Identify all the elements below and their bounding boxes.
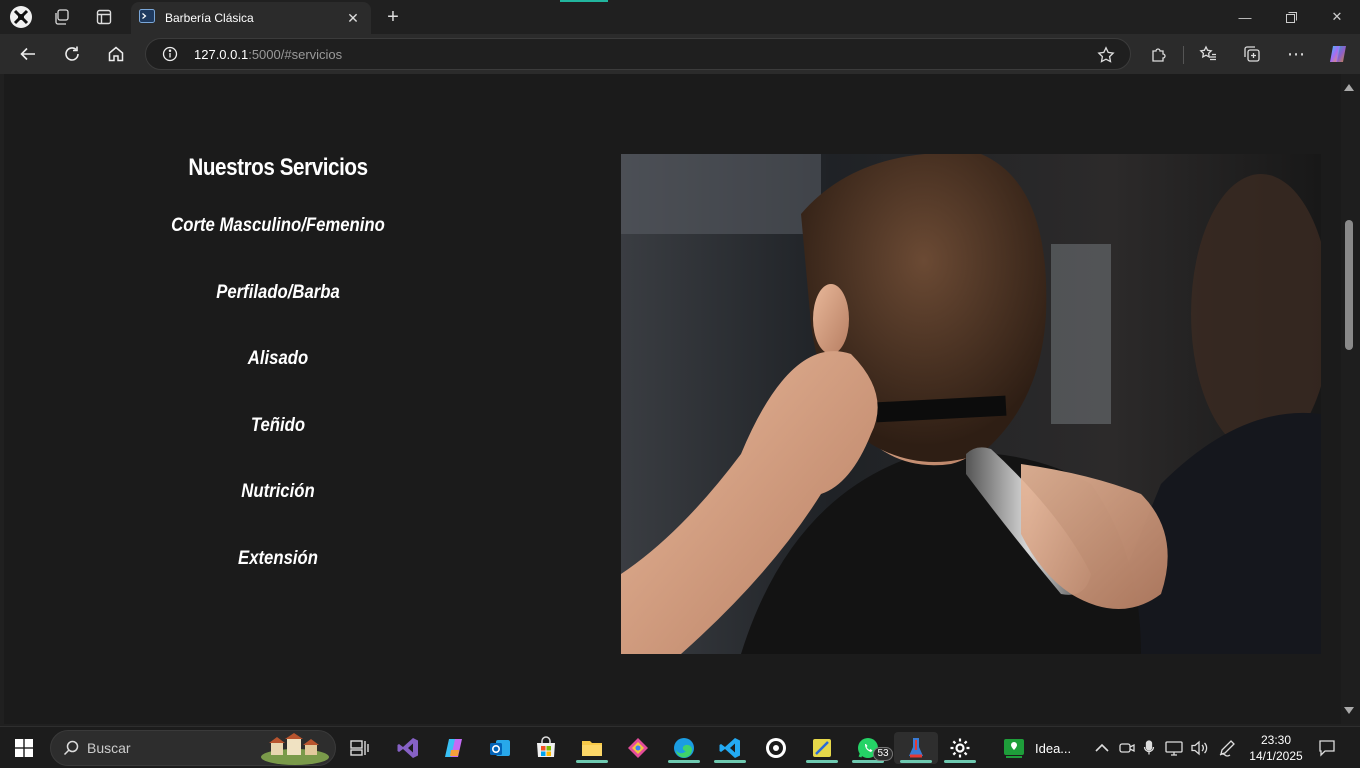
close-tab-icon[interactable]: ✕ bbox=[341, 6, 365, 30]
edge-browser-icon[interactable] bbox=[666, 732, 702, 764]
refresh-button[interactable] bbox=[56, 38, 88, 70]
browser-tab-active[interactable]: Barbería Clásica ✕ bbox=[131, 2, 371, 34]
services-heading: Nuestros Servicios bbox=[188, 154, 368, 181]
active-indicator bbox=[576, 760, 608, 763]
restore-button[interactable] bbox=[1268, 0, 1314, 34]
web-page-content: Nuestros Servicios Corte Masculino/Femen… bbox=[4, 74, 1341, 724]
system-clock[interactable]: 23:30 14/1/2025 bbox=[1247, 732, 1305, 764]
scroll-up-arrow-icon[interactable] bbox=[1344, 84, 1354, 91]
site-info-icon[interactable] bbox=[160, 44, 180, 64]
scroll-down-arrow-icon[interactable] bbox=[1344, 707, 1354, 714]
page-scrollbar[interactable] bbox=[1341, 74, 1360, 724]
active-indicator bbox=[806, 760, 838, 763]
copilot-icon[interactable] bbox=[1322, 38, 1354, 70]
service-item: Teñido bbox=[250, 414, 306, 436]
services-section: Nuestros Servicios Corte Masculino/Femen… bbox=[122, 154, 434, 616]
chevron-up-icon[interactable] bbox=[1090, 732, 1114, 764]
active-indicator bbox=[900, 760, 932, 763]
file-explorer-icon[interactable] bbox=[574, 732, 610, 764]
url-text: 127.0.0.1:5000/#servicios bbox=[194, 46, 343, 62]
terminal-favicon-icon bbox=[139, 8, 155, 29]
workspaces-icon[interactable] bbox=[50, 5, 74, 29]
service-item: Perfilado/Barba bbox=[216, 281, 340, 303]
collections-icon[interactable] bbox=[1236, 38, 1268, 70]
close-window-button[interactable]: ✕ bbox=[1314, 0, 1360, 34]
minimize-button[interactable]: — bbox=[1222, 0, 1268, 34]
home-button[interactable] bbox=[100, 38, 132, 70]
tab-title: Barbería Clásica bbox=[165, 11, 254, 25]
camera-icon[interactable] bbox=[1116, 732, 1138, 764]
notes-app-icon[interactable] bbox=[804, 732, 840, 764]
windows-taskbar: Buscar 53 Idea... 23:30 14/1/2025 bbox=[0, 726, 1360, 768]
service-item: Corte Masculino/Femenino bbox=[171, 215, 385, 236]
service-item: Alisado bbox=[247, 348, 309, 370]
scrollbar-thumb[interactable] bbox=[1345, 220, 1353, 350]
profile-avatar-icon[interactable] bbox=[9, 5, 33, 29]
outlook-icon[interactable] bbox=[482, 732, 518, 764]
running-app-label[interactable]: Idea... bbox=[1035, 741, 1071, 756]
browser-toolbar: 127.0.0.1:5000/#servicios ⋯ bbox=[0, 34, 1360, 74]
copilot-app-icon[interactable] bbox=[436, 732, 472, 764]
search-placeholder: Buscar bbox=[87, 740, 131, 756]
browser-title-bar: Barbería Clásica ✕ + — ✕ bbox=[0, 0, 1360, 34]
taskbar-search-box[interactable]: Buscar bbox=[50, 730, 336, 766]
tab-accent-line bbox=[560, 0, 608, 2]
back-button[interactable] bbox=[12, 38, 44, 70]
volume-icon[interactable] bbox=[1187, 732, 1211, 764]
favorite-star-icon[interactable] bbox=[1096, 45, 1116, 65]
service-item: Extensión bbox=[238, 547, 318, 569]
search-highlight-icon bbox=[259, 733, 331, 765]
tab-actions-icon[interactable] bbox=[92, 5, 116, 29]
network-icon[interactable] bbox=[1162, 732, 1186, 764]
git-app-icon[interactable] bbox=[620, 732, 656, 764]
search-icon bbox=[63, 740, 79, 756]
services-list: Corte Masculino/Femenino Perfilado/Barba… bbox=[122, 216, 434, 616]
visual-studio-icon[interactable] bbox=[390, 732, 426, 764]
extensions-icon[interactable] bbox=[1143, 38, 1175, 70]
new-tab-button[interactable]: + bbox=[381, 5, 405, 29]
active-indicator bbox=[714, 760, 746, 763]
app-icon-active[interactable] bbox=[894, 732, 938, 764]
settings-gear-icon[interactable] bbox=[942, 732, 978, 764]
notifications-icon[interactable] bbox=[1312, 732, 1342, 764]
address-bar[interactable]: 127.0.0.1:5000/#servicios bbox=[145, 38, 1131, 70]
whatsapp-notification-badge: 53 bbox=[873, 747, 893, 761]
pen-icon[interactable] bbox=[1214, 732, 1240, 764]
clock-time: 23:30 bbox=[1260, 733, 1292, 747]
barber-photo bbox=[621, 154, 1321, 654]
windows-start-icon[interactable] bbox=[6, 732, 42, 764]
task-view-icon[interactable] bbox=[342, 732, 378, 764]
microsoft-store-icon[interactable] bbox=[528, 732, 564, 764]
obs-studio-icon[interactable] bbox=[758, 732, 794, 764]
favorites-icon[interactable] bbox=[1192, 38, 1224, 70]
clock-date: 14/1/2025 bbox=[1249, 749, 1303, 763]
active-indicator bbox=[944, 760, 976, 763]
vscode-icon[interactable] bbox=[712, 732, 748, 764]
toolbar-separator bbox=[1183, 46, 1184, 64]
active-indicator bbox=[668, 760, 700, 763]
service-item: Nutrición bbox=[241, 481, 315, 503]
more-options-icon[interactable]: ⋯ bbox=[1280, 38, 1312, 70]
microphone-icon[interactable] bbox=[1138, 732, 1160, 764]
weather-app-icon[interactable] bbox=[996, 732, 1032, 764]
